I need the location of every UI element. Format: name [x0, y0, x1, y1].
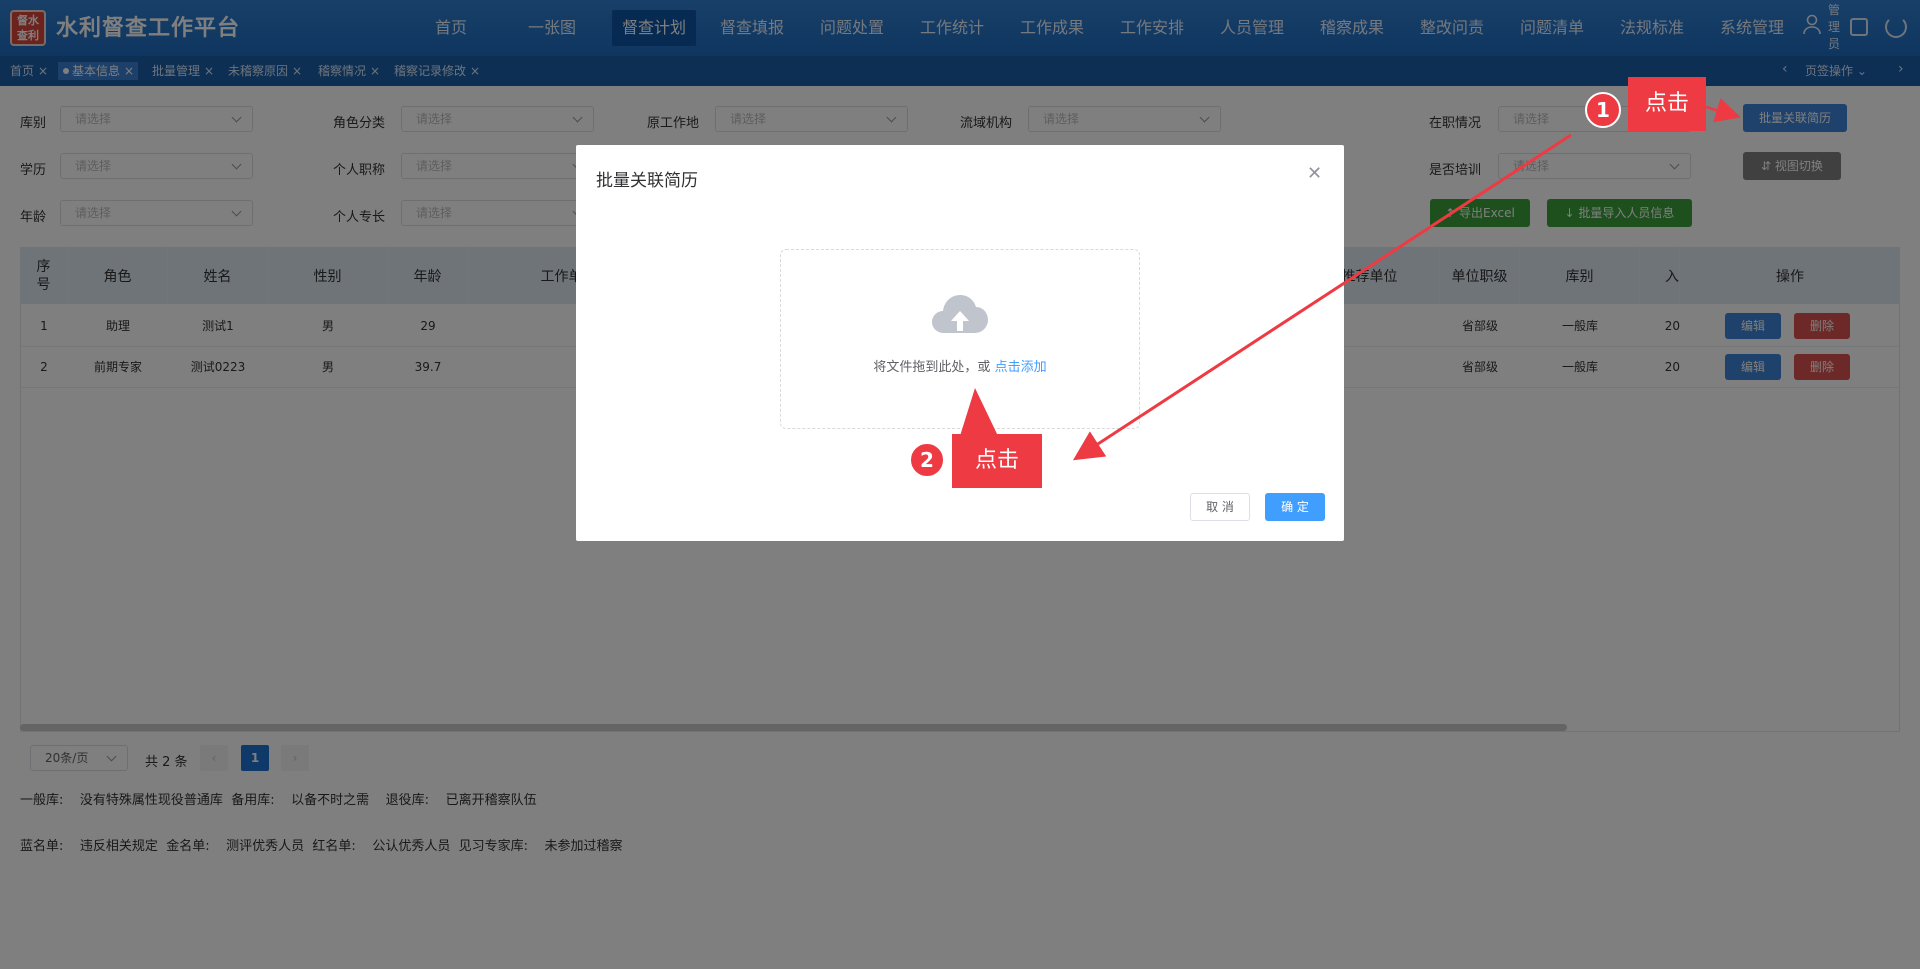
- step-1-badge: 1: [1585, 92, 1621, 128]
- step-2-badge: 2: [909, 442, 945, 478]
- step-1-callout: 点击: [1628, 77, 1706, 131]
- step-2-callout: 点击: [952, 434, 1042, 488]
